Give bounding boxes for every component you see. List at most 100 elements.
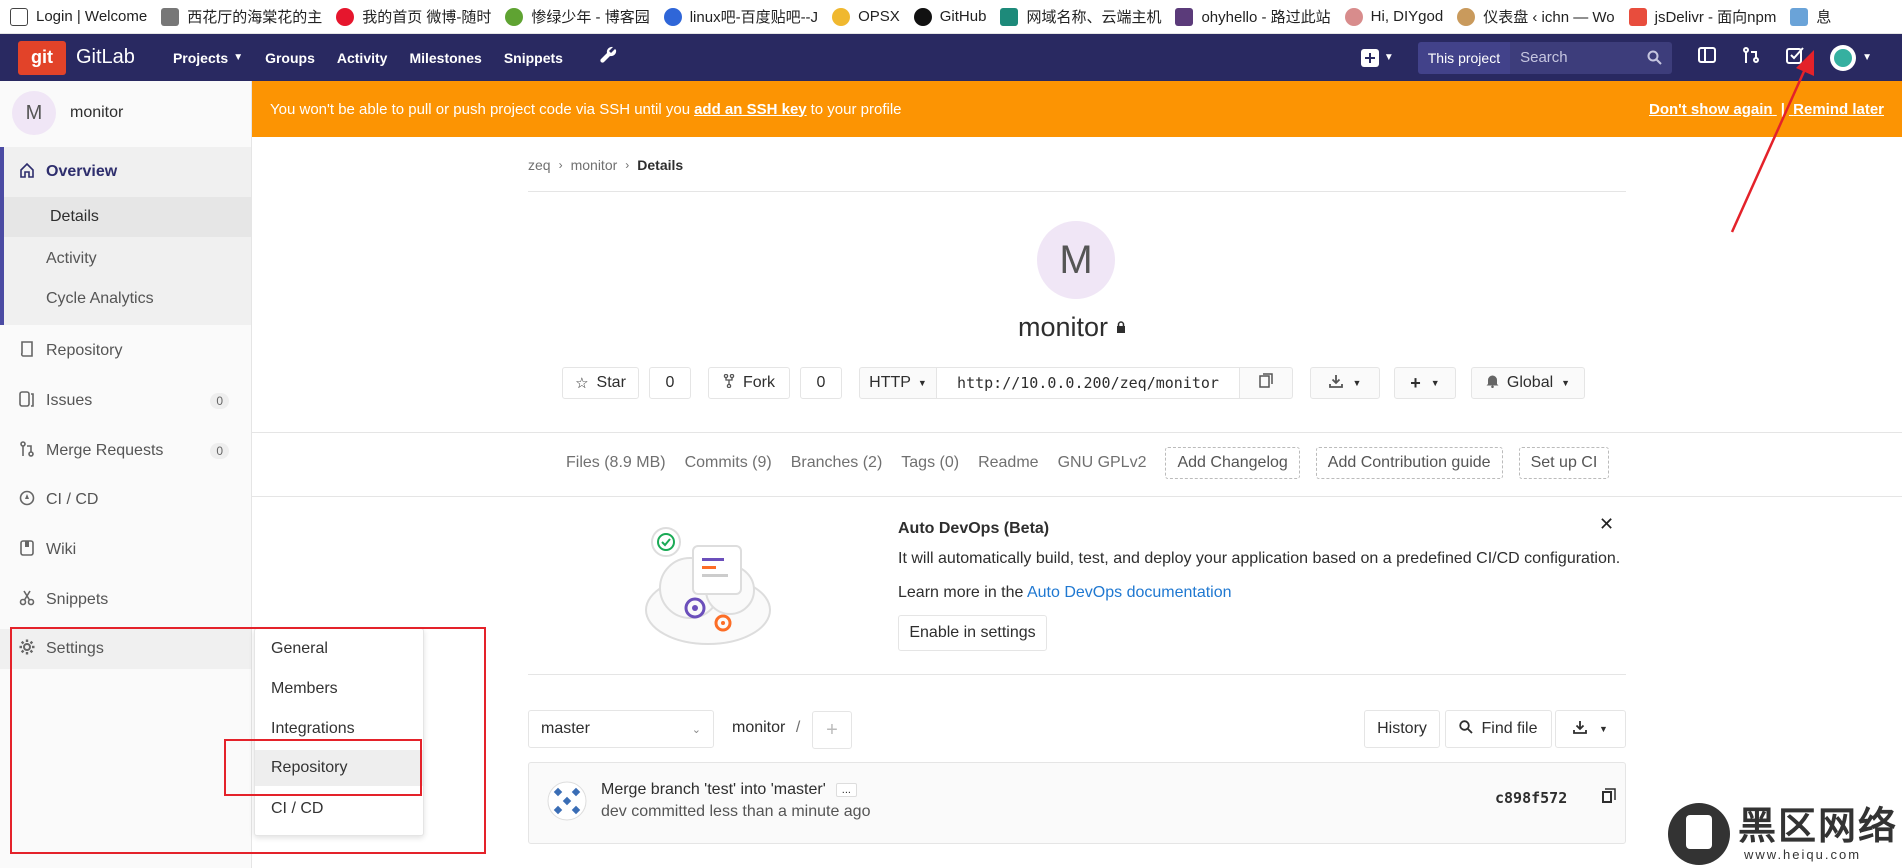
bookmark-item[interactable]: Login | Welcome: [10, 7, 147, 26]
sidebar-toggle-icon[interactable]: [1698, 46, 1717, 69]
brand-name[interactable]: GitLab: [76, 46, 135, 69]
close-icon[interactable]: ✕: [1599, 514, 1614, 535]
nav-snippets[interactable]: Snippets: [504, 50, 563, 66]
blog-icon: [1175, 7, 1194, 26]
watermark: 黑区网络 www.heiqu.com: [1668, 800, 1902, 868]
sidebar-item-details[interactable]: Details: [4, 197, 251, 237]
merge-requests-count-badge: 0: [210, 443, 229, 459]
bookmark-item[interactable]: 西花厅的海棠花的主: [161, 6, 322, 27]
bookmark-item[interactable]: linux吧-百度贴吧--J: [663, 6, 818, 27]
stat-commits[interactable]: Commits (9): [685, 454, 772, 472]
new-item-plus-icon[interactable]: ▼: [1360, 48, 1394, 67]
tree-path-root[interactable]: monitor: [732, 719, 785, 736]
search-scope-label[interactable]: This project: [1417, 41, 1511, 74]
add-dropdown[interactable]: + ▼: [1394, 367, 1456, 399]
commit-sha[interactable]: c898f572: [1495, 789, 1567, 807]
sidebar-item-snippets[interactable]: Snippets: [0, 580, 251, 620]
notification-dropdown[interactable]: Global ▼: [1471, 367, 1585, 399]
bookmark-item[interactable]: GitHub: [913, 7, 986, 26]
book-icon: [18, 340, 36, 362]
copy-url-button[interactable]: [1239, 367, 1293, 399]
setup-ci-button[interactable]: Set up CI: [1518, 447, 1610, 479]
cnblogs-icon: [505, 7, 524, 26]
annotation-arrow: [1730, 50, 1814, 233]
bookmark-item[interactable]: 息: [1790, 6, 1831, 27]
plus-icon: +: [826, 718, 838, 741]
bookmark-item[interactable]: 仪表盘 ‹ ichn — Wo: [1457, 6, 1615, 27]
breadcrumb-current[interactable]: Details: [637, 157, 683, 173]
nav-milestones[interactable]: Milestones: [409, 50, 481, 66]
fork-button[interactable]: Fork: [708, 367, 790, 399]
auto-devops-illustration: [645, 527, 771, 645]
fork-count[interactable]: 0: [800, 367, 842, 399]
breadcrumb-group[interactable]: zeq: [528, 157, 551, 173]
download-dropdown[interactable]: ▼: [1310, 367, 1380, 399]
caret-down-icon: ▼: [1430, 378, 1440, 388]
user-avatar[interactable]: [1830, 44, 1857, 71]
stat-files[interactable]: Files (8.9 MB): [566, 454, 666, 472]
nav-activity[interactable]: Activity: [337, 50, 388, 66]
admin-wrench-icon[interactable]: [599, 46, 617, 69]
breadcrumb-project[interactable]: monitor: [571, 157, 618, 173]
bookmark-item[interactable]: jsDelivr - 面向npm: [1628, 6, 1776, 27]
sidebar-item-issues[interactable]: Issues 0: [0, 381, 251, 421]
commit-expand-button[interactable]: ...: [835, 783, 857, 797]
issues-icon: [18, 390, 36, 412]
stat-readme[interactable]: Readme: [978, 454, 1038, 472]
add-ssh-key-link[interactable]: add an SSH key: [694, 101, 807, 118]
sidebar-project-header[interactable]: M monitor: [12, 91, 123, 135]
bookmark-item[interactable]: OPSX: [832, 7, 900, 26]
sidebar-item-ci-cd[interactable]: CI / CD: [0, 480, 251, 520]
divider: [528, 191, 1626, 192]
merge-request-icon: [18, 440, 36, 462]
auto-devops-learn-more: Learn more in the Auto DevOps documentat…: [898, 584, 1232, 601]
bookmark-item[interactable]: Hi, DIYgod: [1344, 7, 1443, 26]
lock-icon: [1116, 320, 1126, 336]
nav-projects[interactable]: Projects ▼: [173, 50, 243, 66]
stat-tags[interactable]: Tags (0): [901, 454, 959, 472]
sidebar-item-activity[interactable]: Activity: [0, 239, 251, 279]
bookmark-item[interactable]: 我的首页 微博-随时: [336, 6, 491, 27]
issues-count-badge: 0: [210, 393, 229, 409]
bookmark-item[interactable]: ohyhello - 路过此站: [1175, 6, 1331, 27]
star-count[interactable]: 0: [649, 367, 691, 399]
committer-avatar[interactable]: [547, 781, 587, 821]
clone-protocol-dropdown[interactable]: HTTP ▼: [859, 367, 937, 399]
commit-title: Merge branch 'test' into 'master' ...: [601, 781, 857, 799]
plus-icon: +: [1410, 372, 1421, 393]
home-icon: [18, 162, 36, 183]
sidebar-item-repository[interactable]: Repository: [0, 331, 251, 371]
search-input[interactable]: Search: [1510, 41, 1673, 74]
bell-icon: [1486, 374, 1499, 393]
project-avatar-large: M: [1037, 221, 1115, 299]
add-changelog-button[interactable]: Add Changelog: [1165, 447, 1300, 479]
bookmark-item[interactable]: 网域名称、云端主机: [1000, 6, 1161, 27]
copy-sha-icon[interactable]: [1601, 788, 1616, 809]
sidebar-item-cycle-analytics[interactable]: Cycle Analytics: [0, 279, 251, 319]
branch-select[interactable]: master ⌄: [528, 710, 714, 748]
sidebar-item-wiki[interactable]: Wiki: [0, 530, 251, 570]
chevron-down-icon: ▼: [233, 52, 244, 63]
gitlab-logo[interactable]: git: [18, 40, 66, 75]
site-icon: [161, 7, 180, 26]
add-file-dropdown[interactable]: +: [812, 711, 852, 749]
star-button[interactable]: ☆ Star: [562, 367, 639, 399]
nav-groups[interactable]: Groups: [265, 50, 315, 66]
bookmark-item[interactable]: 惨绿少年 - 博客园: [505, 6, 650, 27]
find-file-button[interactable]: Find file: [1445, 710, 1552, 748]
divider: [528, 674, 1626, 675]
stat-branches[interactable]: Branches (2): [791, 454, 883, 472]
add-contribution-guide-button[interactable]: Add Contribution guide: [1315, 447, 1503, 479]
search-box[interactable]: This project Search: [1417, 41, 1673, 74]
enable-in-settings-button[interactable]: Enable in settings: [898, 615, 1047, 651]
stat-license[interactable]: GNU GPLv2: [1058, 454, 1147, 472]
last-commit-panel: Merge branch 'test' into 'master' ... de…: [528, 762, 1626, 844]
download-archive-dropdown[interactable]: ▼: [1555, 710, 1626, 748]
caret-down-icon: ▼: [917, 378, 927, 388]
sidebar-item-overview[interactable]: Overview: [0, 152, 251, 192]
auto-devops-docs-link[interactable]: Auto DevOps documentation: [1027, 584, 1232, 601]
clone-url-input[interactable]: http://10.0.0.200/zeq/monitor: [936, 367, 1240, 399]
sidebar-item-merge-requests[interactable]: Merge Requests 0: [0, 431, 251, 471]
commit-title-link[interactable]: Merge branch 'test' into 'master': [601, 781, 826, 799]
history-button[interactable]: History: [1364, 710, 1440, 748]
